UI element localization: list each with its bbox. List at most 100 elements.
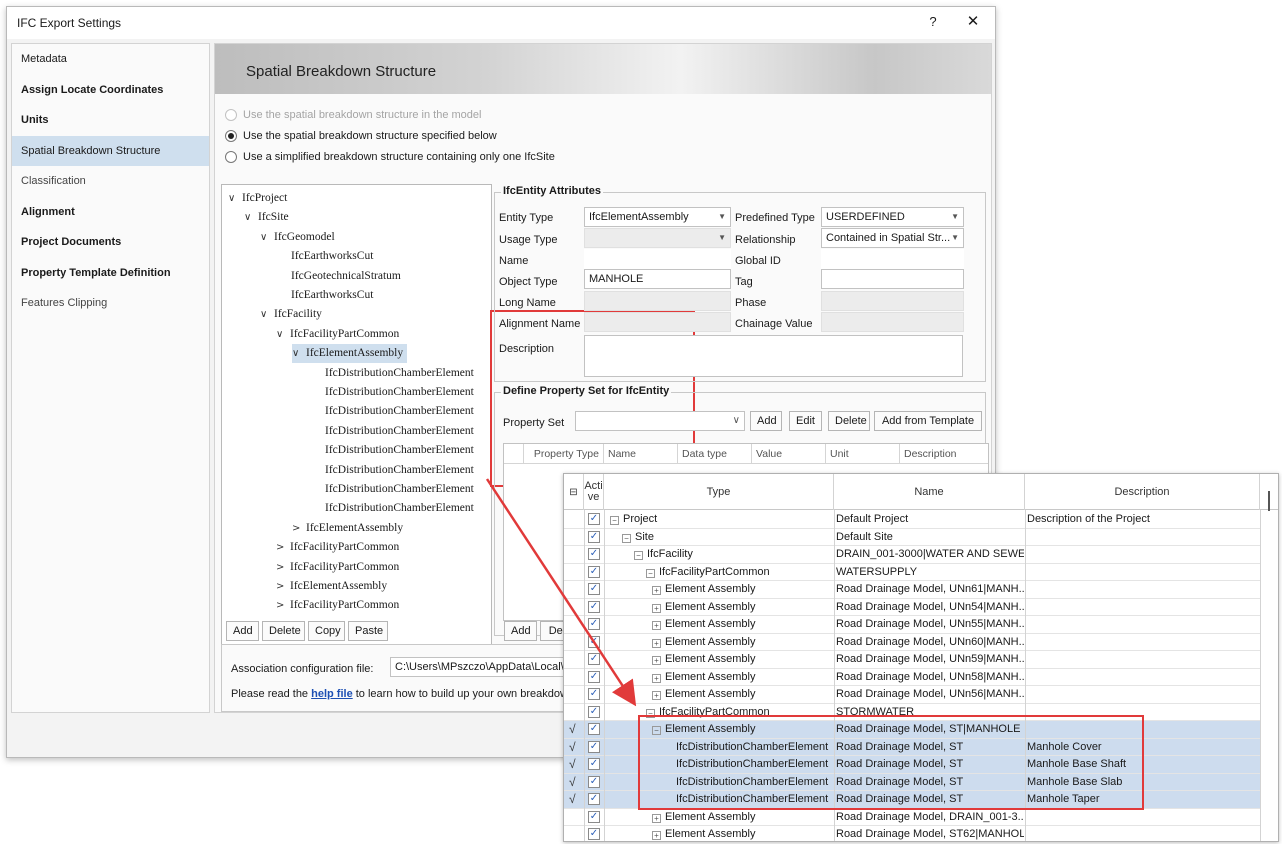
nav-item-features-clipping[interactable]: Features Clipping — [12, 288, 209, 319]
active-checkbox[interactable]: ✓ — [588, 618, 600, 630]
pset-col-unit[interactable]: Unit — [826, 444, 900, 464]
predefined-type-select[interactable]: USERDEFINED ▼ — [821, 207, 964, 227]
pset-col-name[interactable]: Name — [604, 444, 678, 464]
chevron-right-icon[interactable]: > — [276, 577, 290, 596]
grid-options-icon[interactable]: ⊟ — [564, 474, 584, 510]
nav-item-spatial-breakdown-structure[interactable]: Spatial Breakdown Structure — [12, 135, 209, 166]
radio-button[interactable] — [225, 130, 237, 142]
tree-node[interactable]: ∨ IfcFacilityPartCommon — [276, 325, 399, 344]
pset-delete-button[interactable]: Delete — [828, 411, 870, 431]
grid-row[interactable]: ✓ + Element Assembly Road Drainage Model, U… — [564, 686, 1260, 704]
tag-field[interactable] — [821, 269, 964, 289]
expand-icon[interactable]: + — [652, 603, 661, 613]
nav-item-metadata[interactable]: Metadata — [12, 44, 209, 75]
chevron-right-icon[interactable]: > — [276, 596, 290, 615]
active-checkbox[interactable]: ✓ — [588, 758, 600, 770]
active-checkbox[interactable]: ✓ — [588, 775, 600, 788]
grid-row[interactable]: ✓ + Element Assembly Road Drainage Model, U… — [564, 616, 1260, 634]
tree-node[interactable]: IfcDistributionChamberElement — [325, 441, 474, 460]
tree-copy-button[interactable]: Copy — [308, 621, 345, 641]
property-set-select[interactable]: ∨ — [575, 411, 745, 431]
tree-node[interactable]: IfcGeotechnicalStratum — [291, 267, 401, 286]
grid-row[interactable]: ✓ + Element Assembly Road Drainage Model, U… — [564, 581, 1260, 599]
nav-item-project-documents[interactable]: Project Documents — [12, 227, 209, 258]
col-active[interactable]: Acti ve — [584, 474, 604, 510]
object-type-field[interactable]: MANHOLE — [584, 269, 731, 289]
collapse-icon[interactable]: − — [634, 551, 643, 560]
tree-node[interactable]: ∨ IfcProject — [228, 189, 287, 208]
tree-node[interactable]: ∨ IfcSite — [244, 208, 289, 227]
nav-item-classification[interactable]: Classification — [12, 166, 209, 197]
grid-row[interactable]: ✓ + Element Assembly Road Drainage Model, U… — [564, 651, 1260, 669]
description-field[interactable] — [584, 335, 963, 377]
active-checkbox[interactable]: ✓ — [588, 723, 600, 735]
collapse-icon[interactable]: − — [646, 568, 655, 578]
chevron-down-icon[interactable]: ∨ — [276, 325, 290, 344]
expand-icon[interactable]: + — [652, 691, 661, 700]
chevron-down-icon[interactable]: ∨ — [292, 344, 306, 363]
chevron-right-icon[interactable]: > — [276, 538, 290, 557]
active-checkbox[interactable]: ✓ — [588, 565, 600, 578]
col-name[interactable]: Name — [834, 474, 1025, 510]
tree-delete-button[interactable]: Delete — [262, 621, 305, 641]
grid-row[interactable]: ✓ + Element Assembly Road Drainage Model, U… — [564, 634, 1260, 651]
tree-node[interactable]: IfcDistributionChamberElement — [325, 461, 474, 480]
help-file-link[interactable]: help file — [311, 688, 353, 700]
pset-col-property-type[interactable]: Property Type — [524, 444, 604, 464]
grid-row[interactable]: ✓ + Element Assembly Road Drainage Model, U… — [564, 669, 1260, 686]
grid-row[interactable]: ✓ − IfcFacility DRAIN_001-3000|WATER AND SE… — [564, 546, 1260, 564]
active-checkbox[interactable]: ✓ — [588, 670, 600, 683]
grid-row[interactable]: ✓ − Site Default Site — [564, 529, 1260, 546]
active-checkbox[interactable]: ✓ — [588, 653, 600, 665]
entity-type-select[interactable]: IfcElementAssembly ▼ — [584, 207, 731, 227]
tree-node[interactable]: IfcEarthworksCut — [291, 286, 373, 305]
chevron-right-icon[interactable]: > — [292, 519, 306, 538]
grid-scrollbar-thumb[interactable] — [1268, 491, 1270, 511]
col-type[interactable]: Type — [604, 474, 834, 510]
tree-add-button[interactable]: Add — [226, 621, 259, 641]
tree-paste-button[interactable]: Paste — [348, 621, 388, 641]
tree-node[interactable]: IfcDistributionChamberElement — [325, 402, 474, 421]
active-checkbox[interactable]: ✓ — [588, 705, 600, 718]
tree-node[interactable]: IfcDistributionChamberElement — [325, 422, 474, 441]
nav-item-assign-locate-coordinates[interactable]: Assign Locate Coordinates — [12, 75, 209, 106]
collapse-icon[interactable]: − — [610, 516, 619, 525]
active-checkbox[interactable]: ✓ — [588, 583, 600, 595]
tree-node[interactable]: > IfcElementAssembly — [292, 519, 403, 538]
structure-option[interactable]: Use a simplified breakdown structure con… — [225, 149, 555, 165]
radio-button[interactable] — [225, 151, 237, 163]
active-checkbox[interactable]: ✓ — [588, 548, 600, 560]
nav-item-units[interactable]: Units — [12, 105, 209, 136]
active-checkbox[interactable]: ✓ — [588, 530, 600, 543]
pset-add-button[interactable]: Add — [750, 411, 782, 431]
nav-item-property-template-definition[interactable]: Property Template Definition — [12, 258, 209, 289]
chevron-right-icon[interactable]: > — [276, 558, 290, 577]
expand-icon[interactable]: + — [652, 656, 661, 665]
grid-row[interactable]: ✓ + Element Assembly Road Drainage Model, D… — [564, 809, 1260, 826]
active-checkbox[interactable]: ✓ — [588, 688, 600, 700]
relationship-select[interactable]: Contained in Spatial Str... ▼ — [821, 228, 964, 248]
pset-col-data-type[interactable]: Data type — [678, 444, 752, 464]
pset-col-description[interactable]: Description — [900, 444, 988, 464]
grid-row[interactable]: ✓ + Element Assembly Road Drainage Model, U… — [564, 599, 1260, 616]
active-checkbox[interactable]: ✓ — [588, 793, 600, 805]
help-button[interactable]: ? — [923, 14, 943, 29]
active-checkbox[interactable]: ✓ — [588, 828, 600, 840]
tree-node[interactable]: IfcEarthworksCut — [291, 247, 373, 266]
global-id-field[interactable] — [821, 249, 964, 269]
tree-node[interactable]: > IfcElementAssembly — [276, 577, 387, 596]
chevron-down-icon[interactable]: ∨ — [260, 305, 274, 324]
active-checkbox[interactable]: ✓ — [588, 635, 600, 648]
structure-option[interactable]: Use the spatial breakdown structure spec… — [225, 128, 497, 144]
expand-icon[interactable]: + — [652, 813, 661, 823]
grid-row[interactable]: ✓ − Project Default Project Description of t… — [564, 511, 1260, 529]
tree-node[interactable]: IfcDistributionChamberElement — [325, 364, 474, 383]
col-description[interactable]: Description — [1025, 474, 1260, 510]
expand-icon[interactable]: + — [652, 586, 661, 595]
close-button[interactable]: ✕ — [963, 12, 983, 30]
pset-col-value[interactable]: Value — [752, 444, 826, 464]
grid-row[interactable]: ✓ + Element Assembly Road Drainage Model, S… — [564, 826, 1260, 841]
collapse-icon[interactable]: − — [622, 533, 631, 543]
active-checkbox[interactable]: ✓ — [588, 513, 600, 525]
expand-icon[interactable]: + — [652, 621, 661, 630]
